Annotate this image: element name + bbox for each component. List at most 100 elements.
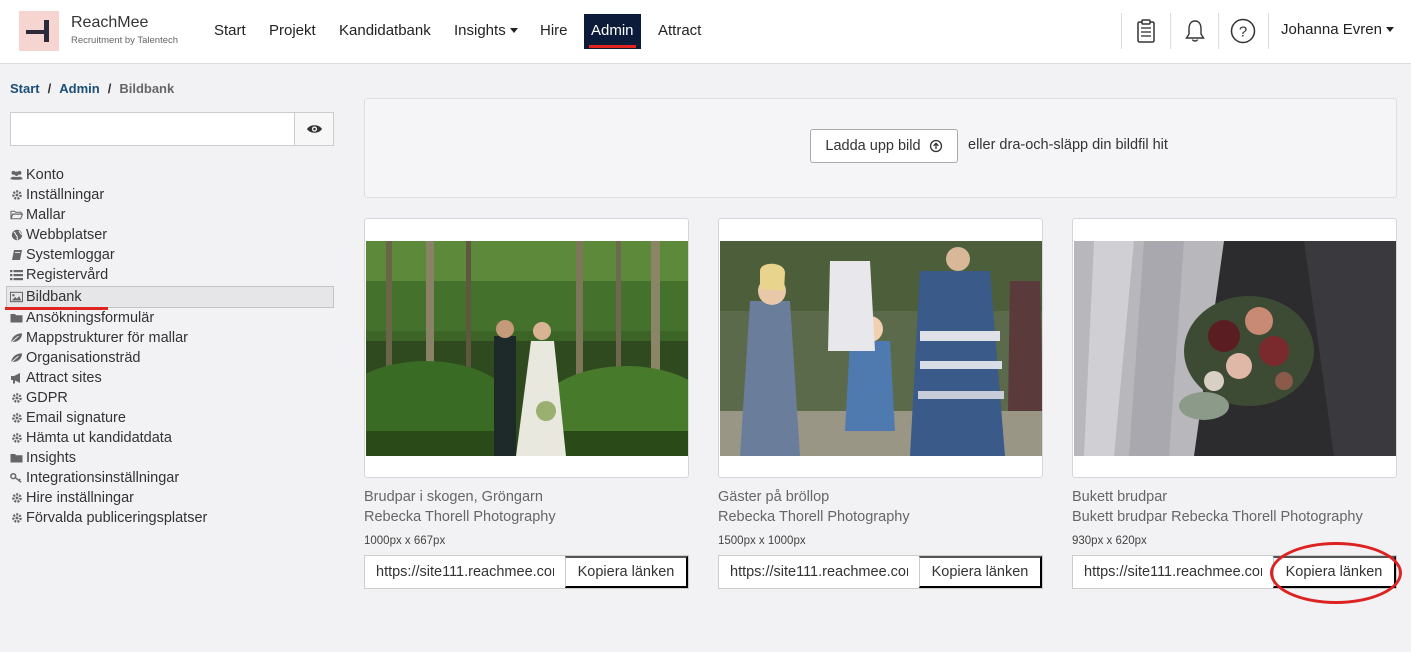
brand-subtitle: Recruitment by Talentech [71, 35, 179, 46]
sidebar-item-hämta-ut-kandidatdata[interactable]: Hämta ut kandidatdata [10, 428, 334, 448]
sidebar-item-integrationsinställningar[interactable]: Integrationsinställningar [10, 468, 334, 488]
sidebar-item-label: Mappstrukturer för mallar [26, 330, 188, 346]
bridal-bouquet-photo[interactable] [1074, 241, 1397, 456]
gear-icon [10, 492, 23, 505]
image-link-group: Kopiera länken [364, 555, 689, 589]
admin-sidebar-menu: Konto Inställningar Mallar Webbplatser Syste… [6, 165, 334, 528]
reachmee-logo[interactable] [19, 11, 59, 51]
nav-admin[interactable]: Admin [584, 14, 641, 49]
sidebar-item-label: Integrationsinställningar [26, 470, 180, 486]
sidebar-item-webbplatser[interactable]: Webbplatser [10, 225, 334, 245]
image-title: Brudpar i skogen, Gröngarn [364, 489, 543, 505]
upload-button-label: Ladda upp bild [825, 138, 921, 154]
sidebar-item-mappstrukturer-för-mallar[interactable]: Mappstrukturer för mallar [10, 328, 334, 348]
logo-mark-vertical [44, 20, 49, 42]
copy-link-button[interactable]: Kopiera länken [565, 556, 688, 588]
sidebar-item-label: Attract sites [26, 370, 102, 386]
nav-start[interactable]: Start [214, 22, 246, 39]
forest-wedding-photo[interactable] [366, 241, 689, 456]
gear-icon [10, 189, 23, 202]
divider [1218, 13, 1219, 49]
nav-insights-label: Insights [454, 22, 506, 39]
sidebar-item-konto[interactable]: Konto [10, 165, 334, 185]
breadcrumb-start[interactable]: Start [10, 81, 40, 96]
upload-arrow-icon [929, 139, 942, 153]
sidebar-item-label: Registervård [26, 267, 109, 283]
divider [1268, 13, 1269, 49]
sidebar-item-attract-sites[interactable]: Attract sites [10, 368, 334, 388]
upload-dropzone[interactable]: Ladda upp bild eller dra-och-släpp din b… [364, 98, 1397, 198]
caret-down-icon [509, 27, 518, 33]
image-dimensions: 1500px x 1000px [718, 535, 806, 547]
nav-projekt[interactable]: Projekt [269, 22, 316, 39]
bell-icon[interactable] [1181, 17, 1209, 45]
users-icon [10, 169, 23, 182]
sidebar-item-label: Hämta ut kandidatdata [26, 430, 172, 446]
sidebar-item-hire-inställningar[interactable]: Hire inställningar [10, 488, 334, 508]
sidebar-item-label: Konto [26, 167, 64, 183]
sidebar-item-insights[interactable]: Insights [10, 448, 334, 468]
image-title: Bukett brudpar [1072, 489, 1168, 505]
breadcrumb-admin[interactable]: Admin [59, 81, 99, 96]
eye-button[interactable] [294, 113, 333, 145]
breadcrumb: Start / Admin / Bildbank [10, 81, 174, 96]
eye-icon [307, 125, 322, 133]
sidebar-item-email-signature[interactable]: Email signature [10, 408, 334, 428]
image-url-field[interactable] [365, 556, 565, 588]
nav-insights[interactable]: Insights [454, 22, 518, 39]
image-url-field[interactable] [1073, 556, 1273, 588]
sidebar-item-bildbank[interactable]: Bildbank [6, 286, 334, 308]
upload-image-button[interactable]: Ladda upp bild [810, 129, 958, 163]
sidebar-item-organisationsträd[interactable]: Organisationsträd [10, 348, 334, 368]
image-title: Gäster på bröllop [718, 489, 830, 505]
sidebar-search-input[interactable] [11, 113, 295, 145]
book-icon [10, 249, 23, 262]
divider [1170, 13, 1171, 49]
divider [1121, 13, 1122, 49]
sidebar-item-systemloggar[interactable]: Systemloggar [10, 245, 334, 265]
breadcrumb-current: Bildbank [119, 81, 175, 96]
sidebar-item-inställningar[interactable]: Inställningar [10, 185, 334, 205]
sidebar-item-label: Insights [26, 450, 76, 466]
svg-text:?: ? [1239, 24, 1247, 41]
sidebar-search [10, 112, 334, 146]
image-credit: Rebecka Thorell Photography [364, 509, 556, 525]
image-frame [1072, 218, 1397, 478]
sidebar-item-label: Organisationsträd [26, 350, 141, 366]
clipboard-icon[interactable] [1132, 17, 1160, 45]
leaf-icon [10, 352, 23, 365]
globe-icon [10, 229, 23, 242]
image-url-field[interactable] [719, 556, 919, 588]
user-name: Johanna Evren [1281, 21, 1382, 38]
user-menu[interactable]: Johanna Evren [1281, 21, 1394, 38]
active-item-underline [5, 307, 108, 310]
leaf-icon [10, 332, 23, 345]
breadcrumb-separator: / [47, 81, 52, 96]
sidebar-item-förvalda-publiceringsplatser[interactable]: Förvalda publiceringsplatser [10, 508, 334, 528]
nav-attract[interactable]: Attract [658, 22, 701, 39]
wedding-guests-photo[interactable] [720, 241, 1043, 456]
sidebar-item-gdpr[interactable]: GDPR [10, 388, 334, 408]
sidebar-item-mallar[interactable]: Mallar [10, 205, 334, 225]
sidebar-item-label: Webbplatser [26, 227, 108, 243]
image-frame [718, 218, 1043, 478]
list-icon [10, 269, 23, 282]
sidebar-item-label: Inställningar [26, 187, 105, 203]
sidebar-item-label: Ansökningsformulär [26, 310, 155, 326]
nav-kandidatbank[interactable]: Kandidatbank [339, 22, 431, 39]
nav-hire[interactable]: Hire [540, 22, 568, 39]
sidebar-item-label: Hire inställningar [26, 490, 134, 506]
copy-link-button[interactable]: Kopiera länken [919, 556, 1042, 588]
image-icon [10, 291, 23, 304]
caret-down-icon [1385, 26, 1394, 32]
sidebar-item-label: Systemloggar [26, 247, 115, 263]
megaphone-icon [10, 372, 23, 385]
folder-icon [10, 452, 23, 465]
key-icon [10, 472, 23, 485]
sidebar-item-registervård[interactable]: Registervård [10, 265, 334, 285]
breadcrumb-separator: / [107, 81, 112, 96]
sidebar-item-ansökningsformulär[interactable]: Ansökningsformulär [10, 308, 334, 328]
image-credit: Rebecka Thorell Photography [718, 509, 910, 525]
help-icon[interactable]: ? [1229, 17, 1257, 45]
folder-open-icon [10, 209, 23, 222]
